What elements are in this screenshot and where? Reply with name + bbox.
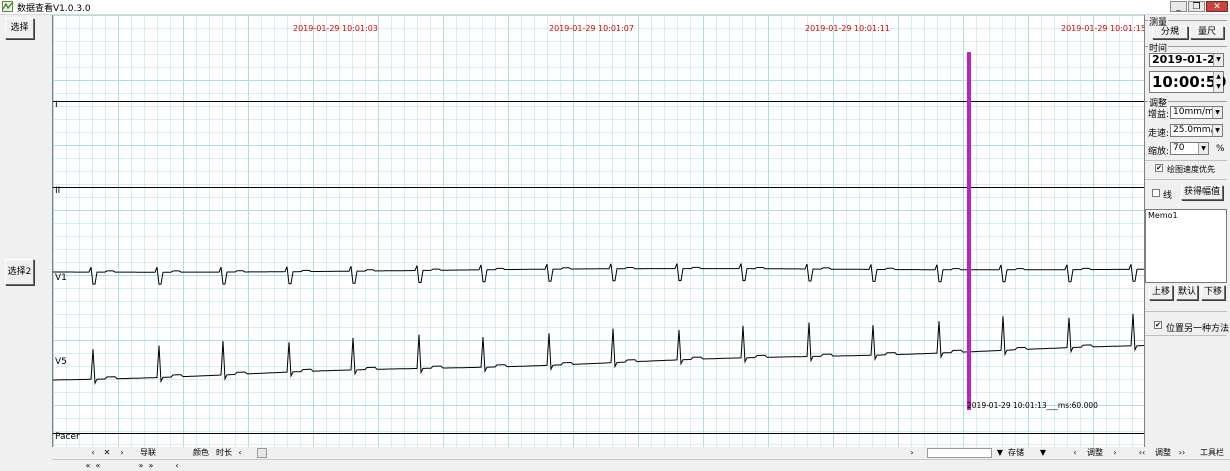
- move-down-button[interactable]: 下移: [1201, 285, 1225, 300]
- bottom-toolbar: ‹ ✕ › 导联 颜色 时长 ‹ › ▼ 存储 ▼ ‹ 调整 › ‹‹ 调整 ›…: [52, 447, 1230, 471]
- alt-position-checkbox[interactable]: ✔: [1154, 321, 1162, 329]
- scroll-right-double-icon-2[interactable]: »: [146, 460, 156, 471]
- zoom-label: 缩放:: [1148, 147, 1170, 157]
- zoom-unit: %: [1216, 144, 1225, 154]
- scroll-right-icon[interactable]: ›: [907, 447, 917, 458]
- line-checkbox-label: 线: [1163, 191, 1173, 201]
- timestamp-4: 2019-01-29 10:01:15: [1061, 24, 1145, 33]
- nav-right-icon[interactable]: ›: [1110, 447, 1120, 458]
- line-checkbox[interactable]: [1152, 189, 1160, 197]
- nav-right-double-icon[interactable]: ››: [1176, 447, 1188, 458]
- speed-select[interactable]: 25.0mm/s ▼: [1170, 124, 1223, 137]
- adjust-button[interactable]: 调整: [1084, 447, 1106, 458]
- scroll-right-double-icon[interactable]: »: [136, 460, 146, 471]
- move-up-button[interactable]: 上移: [1149, 285, 1173, 300]
- zoom-select[interactable]: 70 ▼: [1170, 142, 1209, 155]
- cursor-readout: 2019-01-29 10:01:13___ms:60.000: [967, 401, 1098, 410]
- separator: [1145, 335, 1227, 336]
- lead-label-pacer: Pacer: [55, 432, 80, 442]
- close-icon: ✕: [1213, 2, 1221, 12]
- adjust-button-2[interactable]: 调整: [1152, 447, 1174, 458]
- chevron-down-icon[interactable]: ▼: [1212, 125, 1222, 136]
- speed-label: 走速:: [1148, 129, 1170, 139]
- right-panel: 测量 分規 量尺 时间 2019-01-29 ▼ 10:00:59 ▲ ▼ 调整 …: [1145, 15, 1230, 471]
- memo-text: Memo1: [1148, 211, 1178, 220]
- alt-position-label: 位置另一种方法: [1166, 324, 1230, 334]
- lead-label-i: I: [55, 100, 58, 110]
- title-bar: 数据查看V1.0.3.0 _ ❐ ✕: [0, 0, 1230, 15]
- ecg-canvas[interactable]: 2019-01-29 10:01:03 2019-01-29 10:01:07 …: [53, 15, 1145, 447]
- scroll-left-double-icon[interactable]: «: [83, 460, 93, 471]
- time-spinner[interactable]: 10:00:59 ▲ ▼: [1149, 71, 1227, 93]
- adjust-group: 调整 增益: 10mm/mv ▼ 走速: 25.0mm/s ▼ 缩放: 70 ▼…: [1145, 96, 1227, 157]
- scroll-right-icon[interactable]: ›: [116, 447, 128, 458]
- draw-speed-first-checkbox[interactable]: ✔: [1155, 164, 1163, 172]
- app-icon: [2, 1, 13, 12]
- restore-icon: ❐: [1192, 2, 1201, 12]
- separator: [1145, 160, 1227, 161]
- close-button[interactable]: ✕: [1206, 1, 1228, 12]
- window-title: 数据查看V1.0.3.0: [17, 4, 91, 14]
- select2-button[interactable]: 选择2: [5, 259, 34, 285]
- chevron-down-icon[interactable]: ▼: [1212, 107, 1222, 118]
- color-button[interactable]: 颜色: [190, 447, 212, 458]
- lead-label-ii: II: [55, 186, 60, 196]
- date-value: 2019-01-29: [1152, 53, 1223, 66]
- gain-label: 增益:: [1148, 110, 1170, 120]
- close-lead-icon[interactable]: ✕: [101, 447, 113, 458]
- get-amplitude-button[interactable]: 获得幅值: [1181, 185, 1223, 200]
- scroll-left-icon[interactable]: ‹: [172, 460, 182, 471]
- lead-button[interactable]: 导联: [136, 447, 160, 458]
- duration-left-icon[interactable]: ‹: [235, 447, 245, 458]
- minimize-button[interactable]: _: [1170, 1, 1187, 12]
- save-select[interactable]: [927, 448, 992, 458]
- chevron-down-icon[interactable]: ▼: [1198, 143, 1208, 154]
- ecg-chart[interactable]: 2019-01-29 10:01:03 2019-01-29 10:01:07 …: [52, 15, 1145, 447]
- separator: [1145, 179, 1227, 180]
- scroll-left-double-icon-2[interactable]: «: [93, 460, 103, 471]
- gain-select[interactable]: 10mm/mv ▼: [1170, 106, 1223, 119]
- nav-left-icon[interactable]: ‹: [1070, 447, 1080, 458]
- lead-label-v1: V1: [55, 273, 67, 283]
- minimize-icon: _: [1176, 2, 1181, 12]
- time-cursor[interactable]: [967, 52, 971, 410]
- timestamp-3: 2019-01-29 10:01:11: [805, 24, 890, 33]
- measure-group: 测量 分規 量尺: [1145, 15, 1227, 41]
- timestamp-1: 2019-01-29 10:01:03: [293, 24, 378, 33]
- left-panel: 选择 选择2: [0, 15, 52, 471]
- ecg-grid: [53, 15, 1144, 447]
- nav-left-double-icon[interactable]: ‹‹: [1136, 447, 1148, 458]
- lead-v1-trace: [53, 263, 1144, 285]
- ruler-button[interactable]: 量尺: [1190, 26, 1224, 39]
- scroll-left-icon[interactable]: ‹: [87, 447, 99, 458]
- chevron-down-icon[interactable]: ▼: [1213, 54, 1223, 66]
- select-button[interactable]: 选择: [5, 18, 34, 39]
- memo-box[interactable]: Memo1: [1145, 209, 1227, 283]
- scroll-thumb[interactable]: [257, 448, 267, 458]
- date-picker[interactable]: 2019-01-29 ▼: [1149, 53, 1224, 67]
- ecg-traces: [53, 101, 1144, 434]
- draw-speed-first-label: 绘图速度优先: [1167, 165, 1215, 174]
- zoom-value: 70: [1173, 143, 1185, 153]
- separator: [1145, 311, 1227, 312]
- spin-arrows-icon[interactable]: ▲ ▼: [1213, 72, 1223, 92]
- timestamp-2: 2019-01-29 10:01:07: [549, 24, 634, 33]
- caliper-button[interactable]: 分規: [1152, 26, 1188, 39]
- lead-label-v5: V5: [55, 357, 67, 367]
- time-group: 时间 2019-01-29 ▼ 10:00:59 ▲ ▼: [1145, 41, 1227, 95]
- chevron-down-icon[interactable]: ▼: [1038, 447, 1048, 458]
- default-button[interactable]: 默认: [1176, 285, 1198, 300]
- toolbar-button[interactable]: 工具栏: [1197, 447, 1227, 458]
- duration-button[interactable]: 时长: [212, 447, 236, 458]
- restore-button[interactable]: ❐: [1188, 1, 1205, 12]
- lead-v5-trace: [53, 313, 1144, 386]
- save-button[interactable]: 存储: [1004, 447, 1028, 458]
